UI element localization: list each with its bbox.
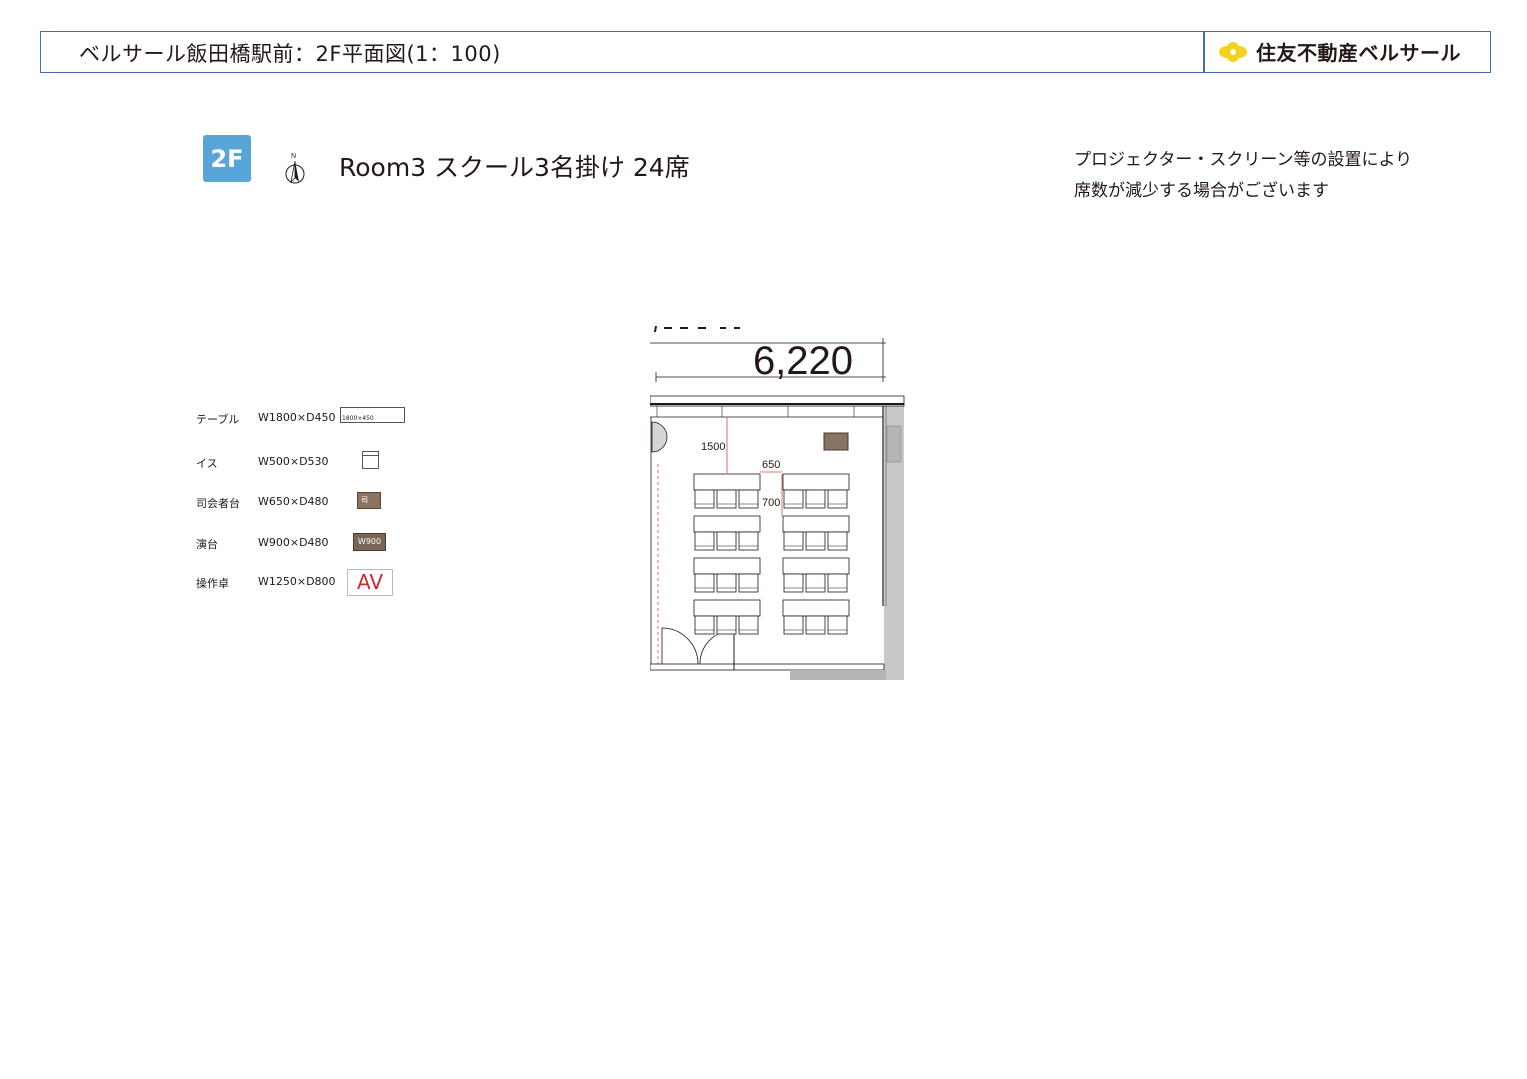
floor-badge: 2F <box>203 135 251 182</box>
room-title: Room3 スクール3名掛け 24席 <box>339 153 690 182</box>
column <box>651 421 668 453</box>
table-group <box>782 473 850 509</box>
table-group <box>782 557 850 593</box>
brand-logo-icon <box>1219 41 1247 62</box>
capacity-note: プロジェクター・スクリーン等の設置により 席数が減少する場合がございます <box>1074 145 1412 207</box>
table-icon: 1800×450 <box>340 407 405 423</box>
legend-name: テーブル <box>196 413 240 426</box>
dim-650: 650 <box>762 459 780 471</box>
av-console-icon: AV <box>347 569 393 596</box>
lectern-icon: W900 <box>353 533 386 551</box>
width-dimension: 6,220 <box>753 339 853 383</box>
mc-podium <box>823 432 849 451</box>
legend-dims: W650×D480 <box>258 495 329 508</box>
top-wall-panels <box>656 406 855 417</box>
brand-name: 住友不動産ベルサール <box>1256 41 1461 65</box>
floor-plan: 6,220 1500 650 700 <box>650 326 905 680</box>
legend-name: イス <box>196 457 218 470</box>
note-line-1: プロジェクター・スクリーン等の設置により <box>1074 150 1413 170</box>
table-group <box>693 599 761 635</box>
dim-1500: 1500 <box>701 441 725 453</box>
brand: 住友不動産ベルサール <box>1216 37 1461 66</box>
north-arrow-icon: N <box>285 153 305 184</box>
table-group <box>693 557 761 593</box>
mc-podium-label: 司 <box>361 496 368 504</box>
av-console-label: AV <box>356 570 384 594</box>
legend-dims: W1800×D450 <box>258 411 336 424</box>
header-bar: ベルサール飯田橋駅前：2F平面図(1：100) 住友不動産ベルサール <box>40 31 1491 73</box>
north-label: N <box>291 153 296 160</box>
legend-name: 演台 <box>196 538 218 551</box>
legend-dims: W500×D530 <box>258 455 329 468</box>
cut-dimension-marks <box>654 326 740 333</box>
table-group <box>693 473 761 509</box>
table-group <box>782 599 850 635</box>
chair-icon <box>362 451 379 469</box>
legend-name: 司会者台 <box>196 497 240 510</box>
lectern-label: W900 <box>357 537 382 546</box>
table-group <box>693 515 761 551</box>
table-icon-label: 1800×450 <box>342 415 374 422</box>
note-line-2: 席数が減少する場合がございます <box>1074 181 1329 201</box>
legend-dims: W1250×D800 <box>258 575 336 588</box>
header-divider <box>1203 32 1205 72</box>
bottom-wall-gray <box>790 670 886 680</box>
dim-700: 700 <box>762 497 780 509</box>
legend-dims: W900×D480 <box>258 536 329 549</box>
legend-name: 操作卓 <box>196 577 229 590</box>
table-group <box>782 515 850 551</box>
bottom-wall <box>650 663 885 671</box>
mc-podium-icon: 司 <box>357 492 381 509</box>
page-title: ベルサール飯田橋駅前：2F平面図(1：100) <box>79 42 501 66</box>
right-wall-inner <box>886 425 902 463</box>
